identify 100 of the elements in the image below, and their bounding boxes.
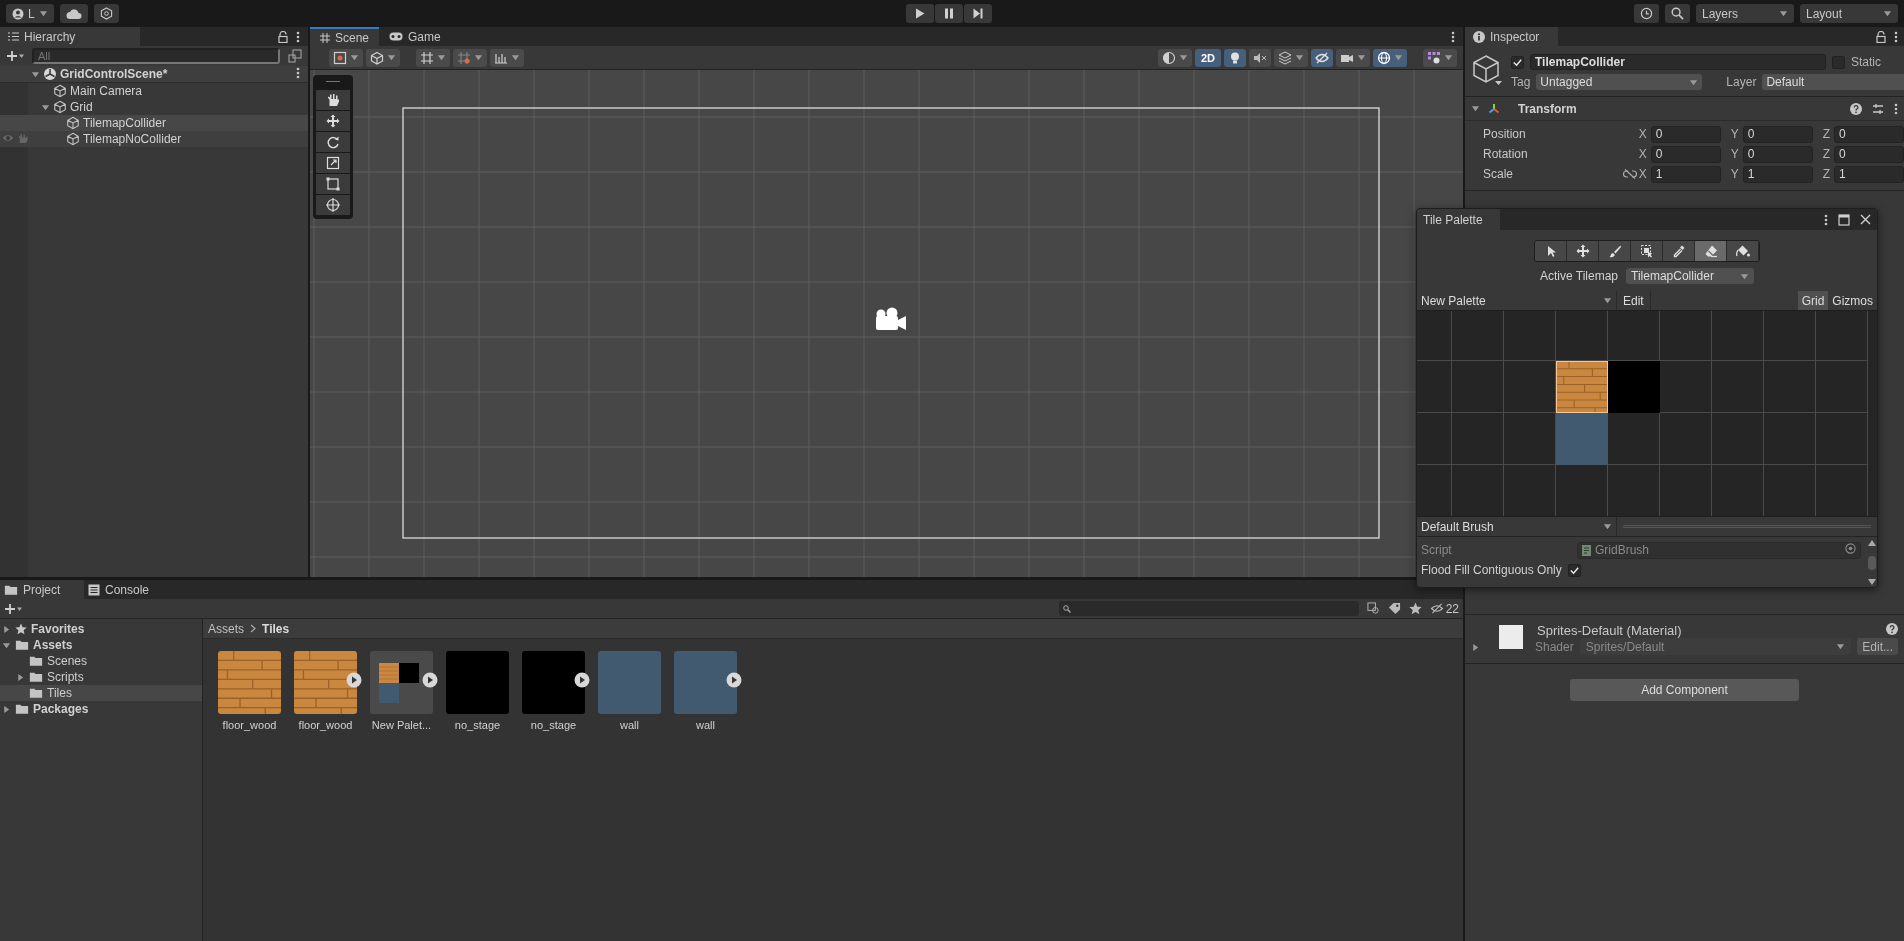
palette-cell[interactable] <box>1504 361 1556 413</box>
flood-fill-checkbox[interactable] <box>1567 563 1581 577</box>
number-field[interactable]: 1 <box>1742 165 1813 183</box>
tag-dropdown[interactable]: Untagged <box>1536 74 1703 90</box>
caret-icon[interactable] <box>1444 53 1453 62</box>
palette-cell[interactable] <box>1452 311 1504 361</box>
more-icon[interactable] <box>1824 213 1828 226</box>
tile-palette-tab[interactable]: Tile Palette <box>1417 209 1500 230</box>
caret-icon[interactable] <box>1883 9 1892 18</box>
palette-cell[interactable] <box>1712 361 1764 413</box>
panel-tab[interactable]: Project <box>0 580 84 599</box>
hierarchy-tab[interactable]: Hierarchy <box>0 27 140 46</box>
caret-icon[interactable] <box>350 53 359 62</box>
more-icon[interactable] <box>296 66 300 79</box>
layout-dropdown[interactable]: Layout <box>1800 4 1898 23</box>
more-icon[interactable] <box>296 30 300 43</box>
play-button[interactable] <box>906 4 934 23</box>
camera-icon[interactable] <box>876 307 906 330</box>
transform-tool-icon[interactable] <box>316 195 350 215</box>
palette-cell[interactable] <box>1660 361 1712 413</box>
caret-icon[interactable] <box>1603 296 1612 305</box>
box-select-tool-button[interactable] <box>1631 241 1663 261</box>
number-field[interactable]: 1 <box>1834 165 1904 183</box>
history-button[interactable] <box>1634 4 1659 23</box>
select-tool-button[interactable] <box>1535 241 1567 261</box>
active-tilemap-dropdown[interactable]: TilemapCollider <box>1626 268 1754 284</box>
palette-cell[interactable] <box>1452 413 1504 465</box>
breadcrumb-link[interactable]: Assets <box>208 621 244 636</box>
caret-icon[interactable] <box>1779 9 1788 18</box>
help-icon[interactable] <box>1850 102 1862 115</box>
palette-cell[interactable] <box>1504 311 1556 361</box>
palette-cell[interactable] <box>1764 311 1816 361</box>
view-tab[interactable]: Scene <box>310 27 380 46</box>
search-by-type-icon[interactable] <box>1366 602 1380 615</box>
gizmos-button[interactable] <box>1373 48 1407 67</box>
palette-cell[interactable] <box>1660 413 1712 465</box>
disclosure-arrow-icon[interactable] <box>16 672 25 682</box>
gizmo-handle-button[interactable] <box>329 48 363 67</box>
account-button[interactable]: L <box>6 4 54 23</box>
expand-play-icon[interactable] <box>422 672 438 688</box>
breadcrumb-link[interactable]: Tiles <box>262 621 290 636</box>
project-tree-item[interactable]: Packages <box>0 701 202 717</box>
caret-icon[interactable] <box>1740 271 1749 281</box>
gizmos-toggle[interactable]: Gizmos <box>1828 291 1877 310</box>
brush-tool-button[interactable] <box>1599 241 1631 261</box>
eraser-tool-button[interactable] <box>1695 241 1727 261</box>
2d-toggle[interactable]: 2D <box>1195 48 1221 67</box>
label-icon[interactable] <box>1387 602 1401 615</box>
rotate-tool-icon[interactable] <box>316 132 350 152</box>
layer-dropdown[interactable]: Default <box>1762 74 1904 90</box>
project-tree-item[interactable]: Assets <box>0 637 202 653</box>
disclosure-arrow-icon[interactable] <box>31 69 40 79</box>
caret-icon[interactable] <box>1295 53 1304 62</box>
caret-icon[interactable] <box>437 53 446 62</box>
palette-cell[interactable] <box>1816 361 1868 413</box>
search-field[interactable]: All <box>32 48 280 64</box>
palette-dropdown[interactable]: New Palette <box>1417 291 1617 310</box>
favorite-star-icon[interactable] <box>1408 602 1422 615</box>
view-tab[interactable]: Game <box>379 27 451 46</box>
rect-tool-icon[interactable] <box>316 174 350 194</box>
visibility-button[interactable] <box>1311 48 1333 67</box>
palette-cell[interactable] <box>1816 311 1868 361</box>
more-icon[interactable] <box>1894 30 1898 43</box>
paint-bucket-tool-button[interactable] <box>1727 241 1759 261</box>
palette-cell[interactable] <box>1712 311 1764 361</box>
number-field[interactable]: 0 <box>1650 125 1721 143</box>
palette-cell[interactable] <box>1764 361 1816 413</box>
scene-search-icon[interactable] <box>288 49 302 63</box>
grid-snap-button[interactable] <box>416 48 450 67</box>
add-icon[interactable] <box>4 602 22 615</box>
caret-icon[interactable] <box>511 53 520 62</box>
grid-toggle[interactable]: Grid <box>1797 291 1829 310</box>
number-field[interactable]: 0 <box>1650 145 1721 163</box>
presets-icon[interactable] <box>1872 102 1884 115</box>
audio-mute-button[interactable] <box>1249 48 1271 67</box>
number-field[interactable]: 0 <box>1742 145 1813 163</box>
scale-tool-icon[interactable] <box>316 153 350 173</box>
palette-cell[interactable] <box>1452 361 1504 413</box>
expand-play-icon[interactable] <box>346 672 362 688</box>
disclosure-arrow-icon[interactable] <box>2 640 11 650</box>
add-icon[interactable] <box>6 50 24 62</box>
unlinked-icon[interactable] <box>1622 169 1637 179</box>
number-field[interactable]: 0 <box>1742 125 1813 143</box>
search-field[interactable] <box>1058 601 1359 616</box>
cube-orient-button[interactable] <box>366 48 400 67</box>
help-icon[interactable] <box>1886 623 1898 635</box>
ruler-button[interactable] <box>490 48 524 67</box>
expand-arrow-icon[interactable] <box>1471 643 1480 652</box>
caret-icon[interactable] <box>38 9 48 18</box>
number-field[interactable]: 1 <box>1650 165 1721 183</box>
caret-icon[interactable] <box>1836 642 1846 651</box>
lighting-button[interactable] <box>1224 48 1246 67</box>
move-tool-button[interactable] <box>1567 241 1599 261</box>
disclosure-arrow-icon[interactable] <box>2 624 11 634</box>
palette-cell[interactable] <box>1660 311 1712 361</box>
caret-icon[interactable] <box>474 53 483 62</box>
step-button[interactable] <box>964 4 992 23</box>
more-icon[interactable] <box>1894 102 1898 115</box>
panel-tab[interactable]: Console <box>84 580 168 599</box>
palette-cell[interactable] <box>1556 311 1608 361</box>
